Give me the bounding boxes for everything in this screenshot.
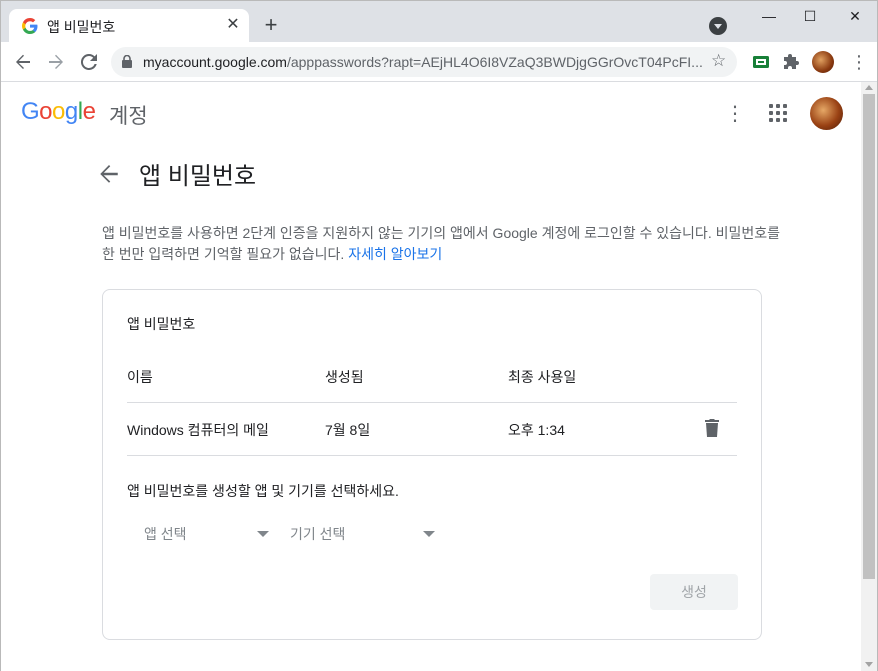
close-window-button[interactable]: ✕ — [832, 5, 878, 29]
instructions-text: 앱 비밀번호를 생성할 앱 및 기기를 선택하세요. — [127, 483, 399, 499]
generate-button[interactable]: 생성 — [650, 574, 738, 610]
back-arrow-icon[interactable] — [99, 162, 123, 186]
browser-menu-icon[interactable]: ⋮ — [849, 52, 869, 72]
address-bar[interactable]: myaccount.google.com/apppasswords?rapt=A… — [111, 47, 737, 77]
new-tab-button[interactable]: + — [260, 14, 282, 36]
back-nav-icon[interactable] — [11, 50, 35, 74]
app-passwords-card: 앱 비밀번호 이름 생성됨 최종 사용일 Windows 컴퓨터의 메일 7월 … — [102, 289, 762, 640]
google-account-header[interactable]: Google 계정 — [21, 98, 148, 128]
minimize-button[interactable]: — — [746, 5, 792, 29]
page-scrollbar[interactable] — [861, 82, 877, 671]
select-device-dropdown[interactable]: 기기 선택 — [273, 514, 435, 552]
google-apps-grid-icon[interactable] — [769, 104, 789, 124]
select-app-dropdown[interactable]: 앱 선택 — [127, 514, 277, 552]
browser-tab-active[interactable]: 앱 비밀번호 ✕ — [9, 9, 249, 42]
scroll-down-arrow[interactable] — [865, 662, 873, 667]
cast-extension-icon[interactable] — [751, 52, 771, 72]
browser-window: 앱 비밀번호 ✕ + — ☐ ✕ myaccount.google.com/ap… — [0, 0, 878, 671]
browser-toolbar: myaccount.google.com/apppasswords?rapt=A… — [1, 42, 877, 82]
table-divider — [127, 455, 737, 456]
extensions-puzzle-icon[interactable] — [782, 52, 802, 72]
tab-close-icon[interactable]: ✕ — [223, 15, 243, 35]
profile-avatar-small[interactable] — [812, 51, 834, 73]
url-text[interactable]: myaccount.google.com/apppasswords?rapt=A… — [143, 54, 703, 70]
reload-icon[interactable] — [77, 50, 101, 74]
more-options-icon[interactable]: ⋮ — [723, 102, 747, 126]
chevron-down-icon — [423, 531, 435, 537]
page-description: 앱 비밀번호를 사용하면 2단계 인증을 지원하지 않는 기기의 앱에서 Goo… — [102, 223, 782, 265]
column-header-last-used: 최종 사용일 — [508, 369, 577, 385]
learn-more-link[interactable]: 자세히 알아보기 — [348, 246, 442, 262]
delete-trash-icon[interactable] — [705, 419, 719, 437]
scroll-up-arrow[interactable] — [865, 85, 873, 90]
row-name: Windows 컴퓨터의 메일 — [127, 422, 269, 438]
chevron-down-icon — [257, 531, 269, 537]
forward-nav-icon[interactable] — [44, 50, 68, 74]
table-divider — [127, 402, 737, 403]
row-created: 7월 8일 — [325, 422, 371, 438]
google-logo: Google — [21, 98, 96, 125]
column-header-name: 이름 — [127, 369, 153, 385]
row-last-used: 오후 1:34 — [508, 422, 565, 438]
select-app-label: 앱 선택 — [144, 526, 187, 542]
google-favicon-icon — [22, 18, 38, 34]
bookmark-star-icon[interactable]: ☆ — [711, 51, 726, 71]
tab-title: 앱 비밀번호 — [47, 19, 116, 35]
card-title: 앱 비밀번호 — [127, 316, 196, 332]
page-title: 앱 비밀번호 — [139, 163, 257, 190]
account-avatar[interactable] — [810, 97, 843, 130]
column-header-created: 생성됨 — [325, 369, 364, 385]
page-content: Google 계정 ⋮ 앱 비밀번호 앱 비밀번호를 사용하면 2단계 인증을 … — [1, 82, 861, 671]
tab-search-icon[interactable] — [709, 17, 727, 35]
select-device-label: 기기 선택 — [290, 526, 346, 542]
scrollbar-thumb[interactable] — [863, 94, 875, 579]
tab-strip: 앱 비밀번호 ✕ + — ☐ ✕ — [1, 1, 877, 42]
maximize-button[interactable]: ☐ — [787, 5, 833, 29]
lock-icon — [122, 55, 132, 68]
account-label: 계정 — [109, 105, 148, 128]
